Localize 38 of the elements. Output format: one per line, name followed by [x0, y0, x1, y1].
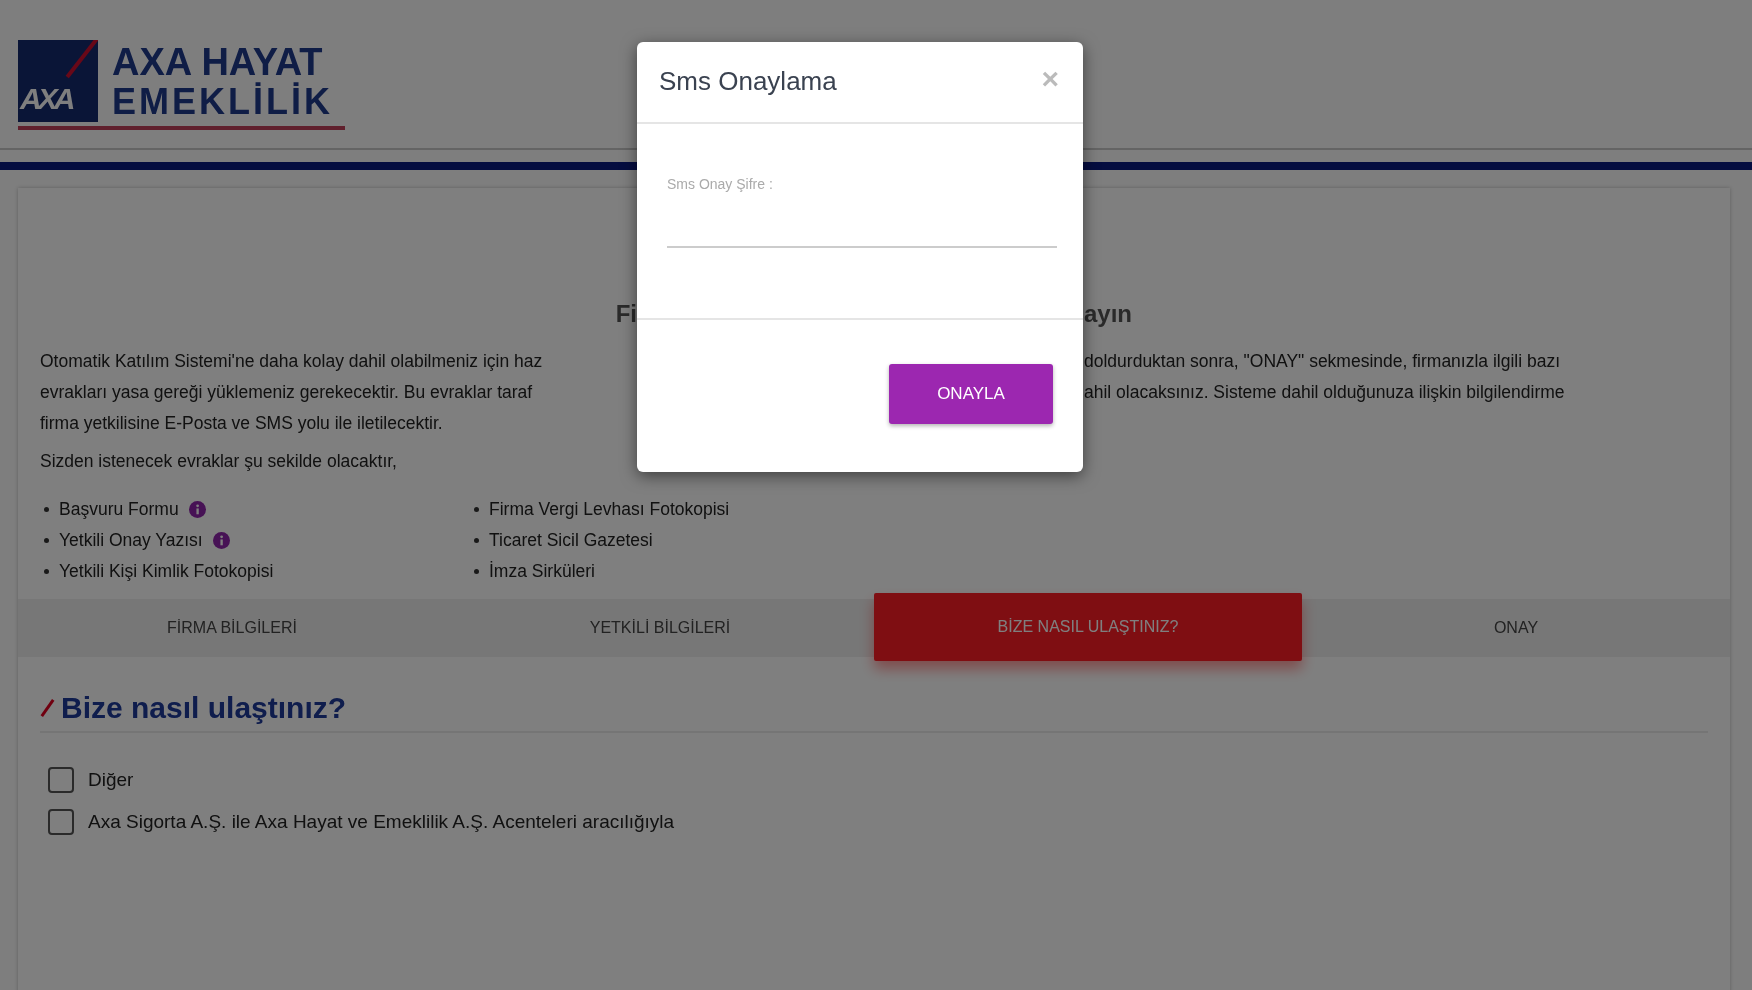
close-button[interactable]: × [1037, 66, 1063, 92]
info-icon[interactable] [188, 501, 206, 518]
intro-text: ahil olacaksınız. Sisteme dahil olduğunuza ilişkin bilgilendirme [1084, 381, 1565, 404]
intro-text: firma yetkilisine E-Posta ve SMS yolu ile iletilecektir. [39, 412, 443, 435]
intro-text: Otomatik Katılım Sistemi'ne daha kolay dahil olabilmeniz için haz [39, 350, 544, 373]
document-item: Başvuru Formu [59, 499, 179, 520]
document-item: Firma Vergi Levhası Fotokopisi [489, 499, 730, 520]
document-item: Ticaret Sicil Gazetesi [489, 530, 653, 551]
bullet-icon [44, 507, 49, 512]
bullet-icon [474, 569, 479, 574]
checkbox[interactable] [48, 767, 74, 793]
document-item: İmza Sirküleri [489, 561, 595, 582]
page-title: Fi [614, 299, 637, 329]
bullet-icon [44, 569, 49, 574]
confirm-button[interactable]: ONAYLA [889, 364, 1053, 424]
document-item: Yetkili Onay Yazısı [59, 530, 203, 551]
info-icon[interactable] [212, 532, 230, 549]
checkbox-label[interactable]: Diğer [88, 769, 134, 791]
section-title: Bize nasıl ulaştınız? [61, 691, 347, 725]
document-item: Yetkili Kişi Kimlik Fotokopisi [59, 561, 274, 582]
bullet-icon [474, 507, 479, 512]
tab[interactable]: BİZE NASIL ULAŞTINIZ? [874, 593, 1302, 661]
tab[interactable]: FİRMA BİLGİLERİ [18, 599, 446, 657]
tab[interactable]: YETKİLİ BİLGİLERİ [446, 599, 874, 657]
logo-text: AXA HAYAT [112, 42, 323, 82]
checkbox-label[interactable]: Axa Sigorta A.Ş. ile Axa Hayat ve Emeklilik A.Ş. Acenteleri aracılığıyla [88, 811, 675, 833]
tab[interactable]: ONAY [1302, 599, 1730, 657]
modal-title: Sms Onaylama [659, 66, 837, 97]
bullet-icon [474, 538, 479, 543]
page-title: ayın [1084, 299, 1133, 329]
intro-text: doldurduktan sonra, "ONAY" sekmesinde, firmanızla ilgili bazı [1084, 350, 1561, 373]
intro-text: evrakları yasa gereği yüklemeniz gerekecektir. Bu evraklar taraf [39, 381, 534, 404]
logo-text: EMEKLİLİK [112, 82, 333, 122]
field-label: Sms Onay Şifre : [667, 176, 774, 192]
intro-text: Sizden istenecek evraklar şu sekilde olacaktır, [39, 451, 398, 472]
logo-mark: AXA [18, 40, 98, 122]
bullet-icon [44, 538, 49, 543]
checkbox[interactable] [48, 809, 74, 835]
